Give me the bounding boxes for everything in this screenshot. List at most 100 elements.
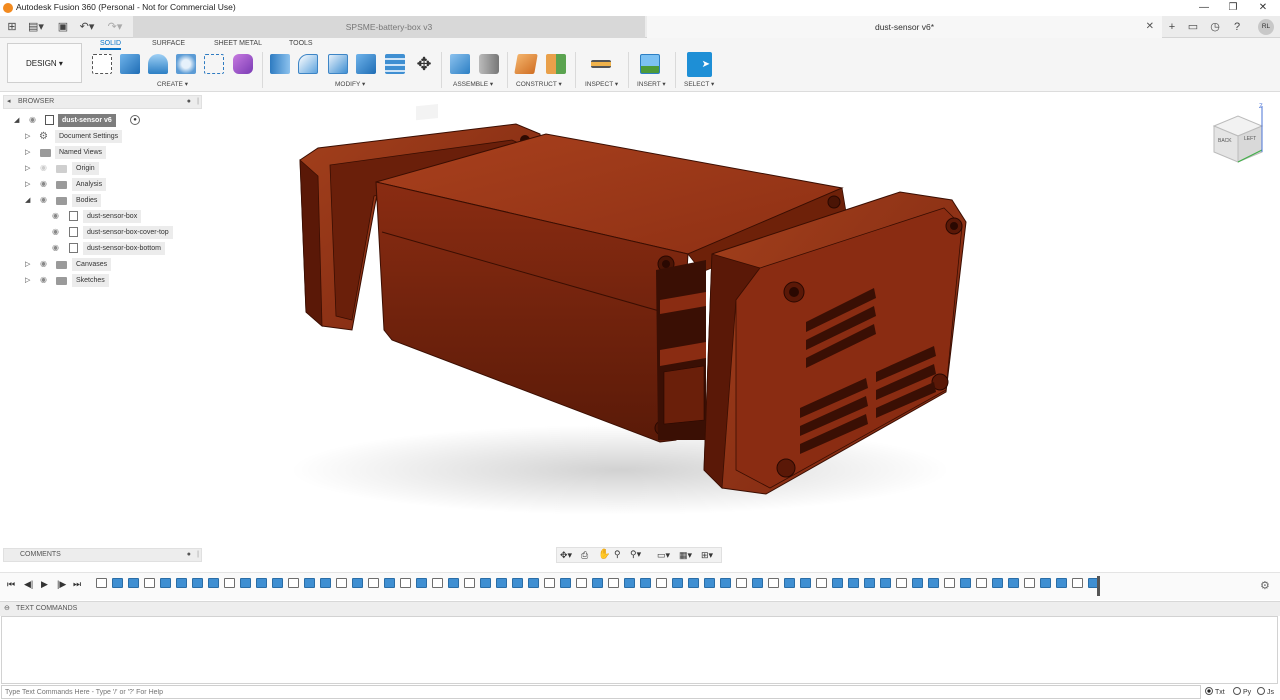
hole-icon[interactable] — [176, 54, 196, 74]
display-settings-icon[interactable]: ▭▾ — [657, 550, 670, 561]
create-menu[interactable]: CREATE ▾ — [157, 80, 188, 88]
timeline-feature-icon[interactable] — [560, 578, 571, 588]
avatar[interactable]: RL — [1258, 19, 1274, 35]
help-icon[interactable]: ? — [1231, 20, 1243, 34]
timeline-feature-icon[interactable] — [672, 578, 683, 588]
timeline-feature-icon[interactable] — [704, 578, 715, 588]
create-form-icon[interactable] — [233, 54, 253, 74]
timeline-feature-icon[interactable] — [992, 578, 1003, 588]
timeline-sketch-icon[interactable] — [336, 578, 347, 588]
mode-js-radio[interactable]: Js — [1257, 687, 1274, 696]
timeline-sketch-icon[interactable] — [1072, 578, 1083, 588]
rectangular-pattern-icon[interactable] — [204, 54, 224, 74]
timeline-sketch-icon[interactable] — [608, 578, 619, 588]
timeline-feature-icon[interactable] — [528, 578, 539, 588]
go-to-end-icon[interactable]: ⏭ — [73, 579, 81, 590]
timeline-feature-icon[interactable] — [240, 578, 251, 588]
create-sketch-icon[interactable] — [92, 54, 112, 74]
redo-icon[interactable]: ↷▾ — [106, 20, 124, 34]
timeline-feature-icon[interactable] — [720, 578, 731, 588]
midplane-icon[interactable] — [546, 54, 566, 74]
timeline-sketch-icon[interactable] — [464, 578, 475, 588]
timeline-feature-icon[interactable] — [1056, 578, 1067, 588]
comments-panel-header[interactable]: COMMENTS ● | — [3, 548, 202, 562]
extrude-icon[interactable] — [120, 54, 140, 74]
timeline-feature-icon[interactable] — [480, 578, 491, 588]
timeline-feature-icon[interactable] — [128, 578, 139, 588]
timeline-feature-icon[interactable] — [448, 578, 459, 588]
grid-settings-icon[interactable]: ▦▾ — [679, 550, 692, 561]
timeline-sketch-icon[interactable] — [144, 578, 155, 588]
timeline-feature-icon[interactable] — [352, 578, 363, 588]
timeline-sketch-icon[interactable] — [544, 578, 555, 588]
timeline-sketch-icon[interactable] — [1024, 578, 1035, 588]
timeline-sketch-icon[interactable] — [288, 578, 299, 588]
3d-viewport[interactable]: Z BACK LEFT — [0, 92, 1280, 547]
construct-menu[interactable]: CONSTRUCT ▾ — [516, 80, 562, 88]
chamfer-icon[interactable] — [328, 54, 348, 74]
go-to-start-icon[interactable]: ⏮ — [7, 579, 15, 590]
measure-icon[interactable] — [591, 60, 611, 68]
press-pull-icon[interactable] — [270, 54, 290, 74]
timeline-sketch-icon[interactable] — [400, 578, 411, 588]
timeline-feature-icon[interactable] — [880, 578, 891, 588]
timeline-sketch-icon[interactable] — [432, 578, 443, 588]
timeline-feature-icon[interactable] — [592, 578, 603, 588]
timeline-feature-icon[interactable] — [512, 578, 523, 588]
undo-icon[interactable]: ↶▾ — [78, 20, 96, 34]
timeline-feature-icon[interactable] — [752, 578, 763, 588]
timeline-feature-icon[interactable] — [1040, 578, 1051, 588]
timeline-feature-icon[interactable] — [384, 578, 395, 588]
timeline-feature-icon[interactable] — [176, 578, 187, 588]
zoom-icon[interactable]: ⚲ — [614, 549, 621, 560]
joint-icon[interactable] — [479, 54, 499, 74]
minimize-icon[interactable]: — — [1197, 1, 1211, 15]
shell-icon[interactable] — [385, 54, 405, 74]
move-icon[interactable]: ✥ — [414, 54, 434, 74]
text-command-input[interactable] — [1, 685, 1201, 699]
new-component-icon[interactable] — [450, 54, 470, 74]
panel-handle-icon[interactable]: | — [197, 549, 199, 561]
fit-icon[interactable]: ⚲▾ — [630, 549, 641, 560]
timeline-feature-icon[interactable] — [1008, 578, 1019, 588]
timeline-sketch-icon[interactable] — [576, 578, 587, 588]
timeline-track[interactable] — [96, 578, 1101, 596]
timeline-sketch-icon[interactable] — [736, 578, 747, 588]
select-cursor-icon[interactable]: ➤ — [687, 52, 712, 77]
modify-menu[interactable]: MODIFY ▾ — [335, 80, 365, 88]
orbit-icon[interactable]: ✥▾ — [560, 550, 572, 561]
viewcube[interactable]: Z BACK LEFT — [1212, 104, 1264, 163]
timeline-feature-icon[interactable] — [208, 578, 219, 588]
timeline-feature-icon[interactable] — [928, 578, 939, 588]
file-icon[interactable]: ▤▾ — [28, 20, 44, 34]
mode-py-radio[interactable]: Py — [1233, 687, 1251, 696]
timeline-sketch-icon[interactable] — [944, 578, 955, 588]
timeline-feature-icon[interactable] — [960, 578, 971, 588]
timeline-sketch-icon[interactable] — [976, 578, 987, 588]
collapse-icon[interactable]: ⊖ — [4, 602, 10, 616]
assemble-menu[interactable]: ASSEMBLE ▾ — [453, 80, 493, 88]
tab-spsme-battery-box[interactable]: SPSME-battery-box v3 — [133, 16, 645, 38]
look-at-icon[interactable]: ⎙ — [581, 550, 588, 561]
timeline-feature-icon[interactable] — [112, 578, 123, 588]
timeline-sketch-icon[interactable] — [816, 578, 827, 588]
notification-icon[interactable]: ▭ — [1187, 20, 1199, 34]
timeline-sketch-icon[interactable] — [368, 578, 379, 588]
play-icon[interactable]: ▶ — [41, 579, 48, 590]
tab-tools[interactable]: TOOLS — [289, 40, 313, 47]
workspace-switcher-button[interactable]: DESIGN ▾ — [7, 43, 82, 83]
timeline-feature-icon[interactable] — [496, 578, 507, 588]
timeline-feature-icon[interactable] — [864, 578, 875, 588]
text-commands-header[interactable]: ⊖ TEXT COMMANDS — [0, 601, 1280, 616]
save-icon[interactable]: ▣ — [57, 20, 69, 34]
plus-icon[interactable]: + — [1166, 20, 1178, 34]
timeline-feature-icon[interactable] — [832, 578, 843, 588]
timeline-feature-icon[interactable] — [784, 578, 795, 588]
timeline-feature-icon[interactable] — [624, 578, 635, 588]
timeline-sketch-icon[interactable] — [768, 578, 779, 588]
timeline-feature-icon[interactable] — [688, 578, 699, 588]
viewports-icon[interactable]: ⊞▾ — [701, 550, 713, 561]
timeline-sketch-icon[interactable] — [896, 578, 907, 588]
close-tab-icon[interactable]: ✕ — [1146, 16, 1154, 38]
step-forward-icon[interactable]: |▶ — [57, 579, 66, 590]
